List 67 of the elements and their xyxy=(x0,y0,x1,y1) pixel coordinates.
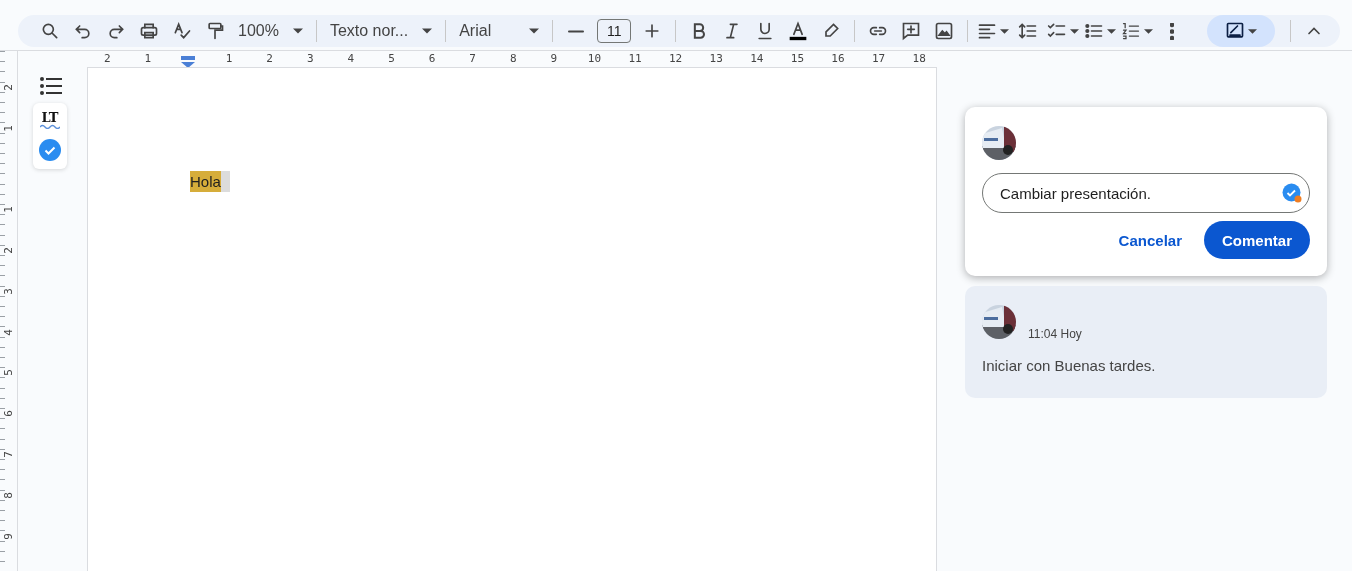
ruler-number: 2 xyxy=(2,247,15,254)
outline-button[interactable] xyxy=(37,75,64,97)
ruler-number: 3 xyxy=(305,52,315,65)
numbered-list-icon xyxy=(1121,21,1142,41)
ruler-number: 9 xyxy=(2,532,15,540)
ruler-number: 15 xyxy=(789,52,805,65)
dropdown[interactable]: Arial xyxy=(453,15,546,47)
highlighted-text: Hola xyxy=(190,171,221,192)
ruler-number: 8 xyxy=(508,52,518,65)
ruler-number: 3 xyxy=(2,288,15,295)
text-color-icon xyxy=(788,21,809,41)
ruler-number: 18 xyxy=(911,52,927,65)
ruler-number: 2 xyxy=(265,52,274,65)
ruler-number: 5 xyxy=(387,52,396,65)
wavy-underline-icon xyxy=(39,124,60,129)
caret-icon xyxy=(529,28,540,34)
more-icon xyxy=(1170,22,1175,40)
comment-input-field[interactable]: Cambiar presentación. xyxy=(982,173,1310,213)
ruler-number: 6 xyxy=(2,410,15,418)
caret-icon xyxy=(422,28,433,34)
ruler-number: 11 xyxy=(627,52,643,65)
ruler-number: 2 xyxy=(103,52,112,65)
dropdown[interactable]: 100% xyxy=(232,15,309,47)
comment-time: 11:04 Hoy xyxy=(1028,327,1082,341)
cancel-button[interactable]: Cancelar xyxy=(1118,221,1182,259)
ruler-number: 4 xyxy=(346,52,356,65)
align-left-icon xyxy=(977,21,998,41)
dropdown-button[interactable] xyxy=(1207,15,1276,47)
ruler-number: 7 xyxy=(2,451,15,458)
ruler-number: 5 xyxy=(2,369,15,377)
ruler-number: 1 xyxy=(2,124,15,132)
check-icon[interactable] xyxy=(38,139,61,161)
check-badge-icon xyxy=(1282,183,1302,203)
printer-icon xyxy=(139,21,159,41)
caret-icon xyxy=(292,28,303,34)
edit-mode-icon xyxy=(1225,21,1246,41)
spellcheck-icon xyxy=(172,21,192,41)
ruler-number: 4 xyxy=(2,328,15,336)
dropdown[interactable]: Texto nor... xyxy=(323,15,439,47)
comment-text: Iniciar con Buenas tardes. xyxy=(982,357,1157,374)
comment-thread[interactable]: 11:04 Hoy Iniciar con Buenas tardes. xyxy=(965,286,1327,398)
minus-icon xyxy=(568,29,585,33)
ruler-number: 17 xyxy=(870,52,887,65)
ruler-number: 2 xyxy=(2,84,15,91)
ruler-number: 8 xyxy=(2,492,15,499)
indent-marker-icon[interactable] xyxy=(181,56,196,68)
ruler-number: 10 xyxy=(586,52,603,65)
ruler-number: 6 xyxy=(427,52,437,65)
ruler-number: 1 xyxy=(2,206,15,214)
ruler-number: 14 xyxy=(749,52,765,65)
languagetool-button[interactable]: LT xyxy=(39,111,60,129)
ruler-number: 1 xyxy=(224,52,234,65)
font-size-field[interactable]: 11 xyxy=(597,19,632,43)
image-icon xyxy=(934,21,955,41)
add-comment-icon xyxy=(901,21,922,41)
comment-button[interactable]: Comentar xyxy=(1204,221,1310,259)
bulleted-list-icon xyxy=(1084,21,1105,41)
ruler-number: 7 xyxy=(468,52,477,65)
ruler-number: 1 xyxy=(143,52,153,65)
ruler-number: 13 xyxy=(708,52,724,65)
line-spacing-icon xyxy=(1018,21,1039,41)
ruler-number: 16 xyxy=(830,52,846,65)
search-icon xyxy=(40,21,60,41)
paint-roller-icon xyxy=(205,21,225,41)
ruler-number: 12 xyxy=(668,52,684,65)
ruler-number: 9 xyxy=(549,52,559,65)
selection-highlight xyxy=(220,171,230,192)
